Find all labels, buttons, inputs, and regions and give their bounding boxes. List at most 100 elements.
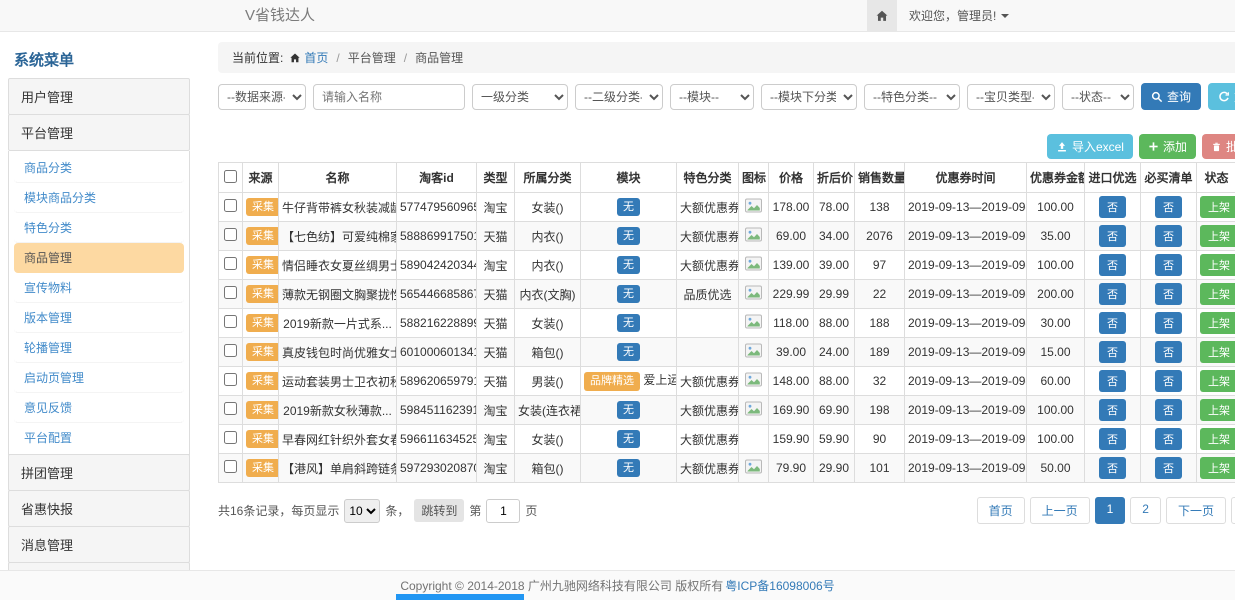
page-button-下一页[interactable]: 下一页 — [1166, 497, 1226, 524]
reset-button[interactable]: 重置 — [1208, 83, 1235, 110]
row-checkbox[interactable] — [224, 286, 237, 299]
sidebar-section-header[interactable]: 平台管理 — [8, 114, 190, 151]
must-buy-toggle-button[interactable]: 否 — [1155, 341, 1182, 363]
import-toggle-button[interactable]: 否 — [1099, 312, 1126, 334]
must-buy-toggle-button[interactable]: 否 — [1155, 399, 1182, 421]
coupon-amount-cell: 60.00 — [1027, 367, 1085, 396]
import-toggle-button[interactable]: 否 — [1099, 225, 1126, 247]
row-checkbox[interactable] — [224, 402, 237, 415]
import-toggle-button[interactable]: 否 — [1099, 341, 1126, 363]
sidebar-item[interactable]: 商品分类 — [14, 153, 184, 183]
category-cell: 女装() — [515, 309, 581, 338]
status-button[interactable]: 上架 — [1200, 196, 1235, 218]
import-toggle-button[interactable]: 否 — [1099, 399, 1126, 421]
taoke-id-cell: 597293020870 — [397, 454, 477, 483]
sidebar-item[interactable]: 轮播管理 — [14, 333, 184, 363]
must-buy-toggle-button[interactable]: 否 — [1155, 457, 1182, 479]
add-button[interactable]: 添加 — [1139, 134, 1196, 159]
module-cell: 无 — [581, 454, 677, 483]
import-toggle-button[interactable]: 否 — [1099, 254, 1126, 276]
sidebar-item[interactable]: 平台配置 — [14, 423, 184, 452]
jump-page-input[interactable] — [486, 499, 520, 523]
type-cell: 淘宝 — [477, 193, 515, 222]
status-button[interactable]: 上架 — [1200, 283, 1235, 305]
per-page-select[interactable]: 10 — [344, 499, 380, 523]
feature-select[interactable]: --特色分类-- — [864, 84, 960, 110]
module-select[interactable]: --模块-- — [670, 84, 754, 110]
sidebar-item[interactable]: 版本管理 — [14, 303, 184, 333]
jump-button[interactable]: 跳转到 — [414, 499, 464, 522]
sidebar-item[interactable]: 模块商品分类 — [14, 183, 184, 213]
import-excel-button[interactable]: 导入excel — [1047, 134, 1133, 159]
must-buy-toggle-button[interactable]: 否 — [1155, 312, 1182, 334]
status-button[interactable]: 上架 — [1200, 399, 1235, 421]
row-checkbox[interactable] — [224, 431, 237, 444]
status-button[interactable]: 上架 — [1200, 341, 1235, 363]
row-checkbox[interactable] — [224, 199, 237, 212]
row-checkbox[interactable] — [224, 373, 237, 386]
import-toggle-button[interactable]: 否 — [1099, 283, 1126, 305]
module-sub-select[interactable]: --模块下分类-- — [761, 84, 857, 110]
trash-icon — [1211, 141, 1222, 153]
page-button-2[interactable]: 2 — [1130, 497, 1161, 524]
import-toggle-button[interactable]: 否 — [1099, 370, 1126, 392]
row-checkbox[interactable] — [224, 228, 237, 241]
row-checkbox[interactable] — [224, 315, 237, 328]
sidebar-section-header[interactable]: 省惠快报 — [8, 490, 190, 527]
sidebar-section-header[interactable]: 用户管理 — [8, 78, 190, 115]
data-source-select[interactable]: --数据来源-- — [218, 84, 306, 110]
import-toggle-button[interactable]: 否 — [1099, 196, 1126, 218]
sidebar-item[interactable]: 启动页管理 — [14, 363, 184, 393]
discount-price-cell: 78.00 — [814, 193, 855, 222]
page-button-上一页[interactable]: 上一页 — [1030, 497, 1090, 524]
column-header-4: 类型 — [477, 163, 515, 193]
product-image-icon — [745, 459, 762, 474]
row-checkbox[interactable] — [224, 344, 237, 357]
status-button[interactable]: 上架 — [1200, 312, 1235, 334]
import-select-cell: 否 — [1085, 396, 1141, 425]
page-button-末页[interactable]: 末页 — [1231, 497, 1235, 524]
import-toggle-button[interactable]: 否 — [1099, 457, 1126, 479]
category1-select[interactable]: 一级分类 — [472, 84, 568, 110]
row-select-cell — [219, 251, 243, 280]
product-image-icon — [745, 372, 762, 387]
sidebar-item[interactable]: 特色分类 — [14, 213, 184, 243]
must-buy-toggle-button[interactable]: 否 — [1155, 225, 1182, 247]
sidebar-section-header[interactable]: 消息管理 — [8, 526, 190, 563]
sidebar-item-active[interactable]: 商品管理 — [14, 243, 184, 273]
row-checkbox[interactable] — [224, 460, 237, 473]
icp-link[interactable]: 粤ICP备16098006号 — [725, 577, 834, 594]
status-button[interactable]: 上架 — [1200, 370, 1235, 392]
price-cell: 169.90 — [769, 396, 814, 425]
status-select[interactable]: --状态-- — [1062, 84, 1134, 110]
home-button[interactable] — [867, 0, 897, 31]
must-buy-toggle-button[interactable]: 否 — [1155, 283, 1182, 305]
page-button-1[interactable]: 1 — [1095, 497, 1126, 524]
item-type-select[interactable]: --宝贝类型-- — [967, 84, 1055, 110]
status-button[interactable]: 上架 — [1200, 225, 1235, 247]
refresh-icon — [1218, 91, 1230, 103]
status-button[interactable]: 上架 — [1200, 428, 1235, 450]
category2-select[interactable]: --二级分类-- — [575, 84, 663, 110]
must-buy-toggle-button[interactable]: 否 — [1155, 196, 1182, 218]
sidebar-section-header[interactable]: 拼团管理 — [8, 454, 190, 491]
search-button[interactable]: 查询 — [1141, 83, 1201, 110]
row-checkbox[interactable] — [224, 257, 237, 270]
breadcrumb-home-link[interactable]: 首页 — [289, 49, 328, 66]
import-toggle-button[interactable]: 否 — [1099, 428, 1126, 450]
column-header-7: 特色分类 — [677, 163, 739, 193]
name-cell: 【港风】单肩斜跨链条... — [279, 454, 397, 483]
must-buy-toggle-button[interactable]: 否 — [1155, 428, 1182, 450]
batch-delete-button[interactable]: 批量删除 — [1202, 134, 1235, 159]
page-button-首页[interactable]: 首页 — [977, 497, 1025, 524]
select-all-checkbox[interactable] — [224, 170, 237, 183]
sidebar-item[interactable]: 宣传物料 — [14, 273, 184, 303]
name-input[interactable] — [313, 84, 465, 110]
sidebar-item[interactable]: 意见反馈 — [14, 393, 184, 423]
status-button[interactable]: 上架 — [1200, 254, 1235, 276]
must-buy-toggle-button[interactable]: 否 — [1155, 370, 1182, 392]
discount-price-cell: 29.90 — [814, 454, 855, 483]
user-menu[interactable]: 欢迎您，管理员! — [897, 0, 1021, 31]
status-button[interactable]: 上架 — [1200, 457, 1235, 479]
must-buy-toggle-button[interactable]: 否 — [1155, 254, 1182, 276]
